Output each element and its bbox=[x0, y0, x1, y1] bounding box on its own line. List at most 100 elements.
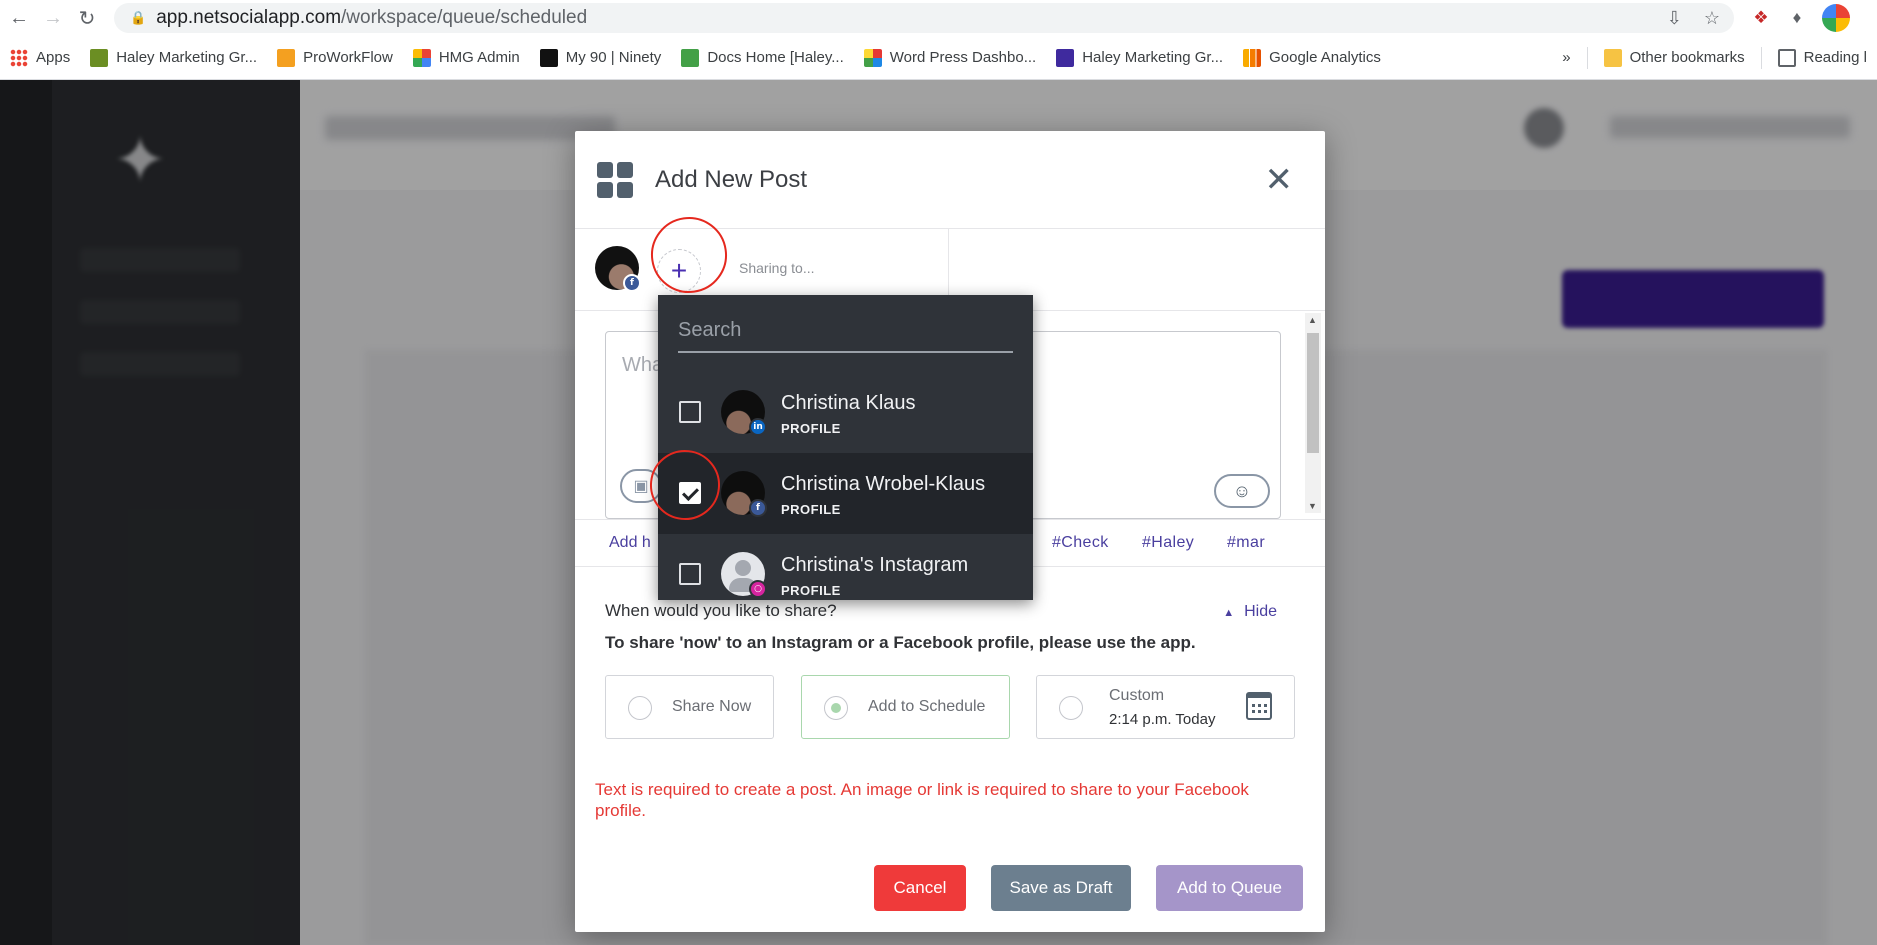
instagram-icon: ○ bbox=[749, 580, 767, 598]
other-bookmarks-folder[interactable]: Other bookmarks bbox=[1594, 48, 1755, 67]
account-option[interactable]: ○ Christina's Instagram PROFILE bbox=[658, 534, 1033, 615]
account-avatar: in bbox=[721, 390, 767, 436]
bookmark-favicon-icon bbox=[863, 48, 882, 67]
account-type: PROFILE bbox=[781, 502, 841, 517]
bookmark-label: Haley Marketing Gr... bbox=[116, 49, 258, 66]
add-to-queue-button[interactable]: Add to Queue bbox=[1156, 865, 1303, 911]
url-host: app.netsocialapp.com bbox=[156, 7, 342, 28]
share-now-radio[interactable] bbox=[628, 696, 652, 720]
reload-icon[interactable]: ↻ bbox=[72, 3, 102, 33]
back-icon[interactable]: ← bbox=[4, 3, 34, 33]
share-now-option[interactable]: Share Now bbox=[605, 675, 774, 739]
bookmark-item[interactable]: HMG Admin bbox=[403, 48, 530, 67]
bookmark-label: Google Analytics bbox=[1269, 49, 1381, 66]
more-bookmarks-label: » bbox=[1562, 49, 1571, 66]
url-path: /workspace/queue/scheduled bbox=[341, 7, 588, 28]
bookmark-apps[interactable]: Apps bbox=[0, 48, 80, 67]
add-to-schedule-label: Add to Schedule bbox=[868, 698, 986, 715]
reading-list[interactable]: Reading l bbox=[1768, 48, 1877, 67]
bookmarks-bar: Apps Haley Marketing Gr... ProWorkFlow H… bbox=[0, 36, 1877, 80]
add-to-schedule-radio[interactable] bbox=[824, 696, 848, 720]
bookmark-item[interactable]: ProWorkFlow bbox=[267, 48, 403, 67]
custom-radio[interactable] bbox=[1059, 696, 1083, 720]
account-type: PROFILE bbox=[781, 421, 841, 436]
bookmark-favicon-icon bbox=[1056, 48, 1075, 67]
grid-icon bbox=[597, 161, 633, 198]
bookmark-favicon-icon bbox=[681, 48, 700, 67]
address-bar[interactable]: 🔒 app.netsocialapp.com/workspace/queue/s… bbox=[114, 3, 1734, 33]
sharing-to-label: Sharing to... bbox=[739, 260, 815, 276]
reading-list-icon bbox=[1777, 48, 1796, 67]
caret-up-icon: ▲ bbox=[1223, 607, 1235, 619]
hashtag-chip[interactable]: #mar bbox=[1227, 534, 1265, 552]
custom-time: 2:14 p.m. Today bbox=[1109, 711, 1216, 728]
compose-scrollbar[interactable]: ▲ ▼ bbox=[1305, 313, 1321, 513]
profile-avatar[interactable] bbox=[1822, 4, 1850, 32]
bookmark-label: ProWorkFlow bbox=[303, 49, 393, 66]
account-name: Christina Klaus bbox=[781, 392, 916, 414]
bookmark-label: Docs Home [Haley... bbox=[707, 49, 844, 66]
bookmark-item[interactable]: Haley Marketing Gr... bbox=[80, 48, 267, 67]
account-picker-dropdown: in Christina Klaus PROFILE f Christina W… bbox=[658, 295, 1033, 600]
bookmark-item[interactable]: Google Analytics bbox=[1233, 48, 1391, 67]
browser-toolbar: ← → ↻ 🔒 app.netsocialapp.com/workspace/q… bbox=[0, 0, 1877, 36]
scroll-down-icon[interactable]: ▼ bbox=[1308, 501, 1317, 511]
account-type: PROFILE bbox=[781, 583, 841, 598]
selected-account-avatar[interactable]: f bbox=[595, 246, 641, 292]
facebook-icon: f bbox=[749, 499, 767, 517]
star-icon[interactable]: ☆ bbox=[1704, 8, 1720, 29]
more-bookmarks-button[interactable]: » bbox=[1552, 49, 1580, 66]
hide-label: Hide bbox=[1244, 603, 1277, 620]
bookmark-item[interactable]: Docs Home [Haley... bbox=[671, 48, 853, 67]
share-note: To share 'now' to an Instagram or a Face… bbox=[605, 633, 1196, 652]
save-as-draft-button[interactable]: Save as Draft bbox=[991, 865, 1131, 911]
extension-icon[interactable]: ❖ bbox=[1750, 7, 1772, 29]
modal-header: Add New Post ✕ bbox=[575, 131, 1325, 229]
bookmark-label: My 90 | Ninety bbox=[565, 49, 662, 66]
emoji-icon[interactable]: ☺ bbox=[1214, 474, 1270, 508]
account-name: Christina Wrobel-Klaus bbox=[781, 473, 986, 495]
scroll-up-icon[interactable]: ▲ bbox=[1308, 315, 1317, 325]
bookmark-item[interactable]: Word Press Dashbo... bbox=[854, 48, 1046, 67]
account-avatar: ○ bbox=[721, 552, 767, 598]
apps-grid-icon bbox=[10, 48, 28, 67]
puzzle-icon[interactable]: ♦ bbox=[1786, 7, 1808, 29]
bookmark-label: Haley Marketing Gr... bbox=[1082, 49, 1224, 66]
forward-icon[interactable]: → bbox=[38, 3, 68, 33]
bookmark-item[interactable]: My 90 | Ninety bbox=[530, 48, 672, 67]
add-to-schedule-option[interactable]: Add to Schedule bbox=[801, 675, 1010, 739]
validation-error: Text is required to create a post. An im… bbox=[595, 780, 1249, 820]
custom-schedule-option[interactable]: Custom 2:14 p.m. Today bbox=[1036, 675, 1295, 739]
install-icon[interactable]: ⇩ bbox=[1667, 8, 1682, 29]
hashtag-chip[interactable]: #Haley bbox=[1142, 534, 1194, 552]
reading-list-label: Reading l bbox=[1803, 49, 1867, 66]
bookmark-divider bbox=[1586, 46, 1588, 69]
hide-toggle[interactable]: ▲ Hide bbox=[1223, 603, 1277, 621]
add-hashtags-link[interactable]: Add h bbox=[609, 534, 651, 552]
account-option[interactable]: in Christina Klaus PROFILE bbox=[658, 372, 1033, 453]
bookmark-label: Apps bbox=[36, 49, 71, 66]
folder-icon bbox=[1603, 48, 1622, 67]
bookmark-divider bbox=[1760, 46, 1762, 69]
compose-placeholder: Wha bbox=[622, 354, 664, 376]
bookmark-favicon-icon bbox=[412, 48, 431, 67]
cancel-button[interactable]: Cancel bbox=[874, 865, 966, 911]
lock-icon: 🔒 bbox=[130, 10, 147, 25]
linkedin-icon: in bbox=[749, 418, 767, 436]
scrollbar-thumb[interactable] bbox=[1307, 333, 1319, 453]
hashtag-chip[interactable]: #Check bbox=[1052, 534, 1109, 552]
close-icon[interactable]: ✕ bbox=[1265, 163, 1294, 197]
account-search-input[interactable] bbox=[678, 309, 1013, 353]
account-checkbox[interactable] bbox=[679, 401, 701, 423]
bookmark-favicon-icon bbox=[277, 48, 296, 67]
modal-title: Add New Post bbox=[655, 165, 808, 193]
bookmark-label: HMG Admin bbox=[438, 49, 520, 66]
bookmark-favicon-icon bbox=[1243, 48, 1262, 67]
calendar-icon[interactable] bbox=[1246, 692, 1272, 720]
facebook-icon: f bbox=[623, 274, 641, 292]
account-checkbox[interactable] bbox=[679, 563, 701, 585]
bookmark-favicon-icon bbox=[539, 48, 558, 67]
bookmark-label: Word Press Dashbo... bbox=[889, 49, 1037, 66]
bookmark-item[interactable]: Haley Marketing Gr... bbox=[1046, 48, 1233, 67]
custom-label: Custom bbox=[1109, 687, 1165, 704]
